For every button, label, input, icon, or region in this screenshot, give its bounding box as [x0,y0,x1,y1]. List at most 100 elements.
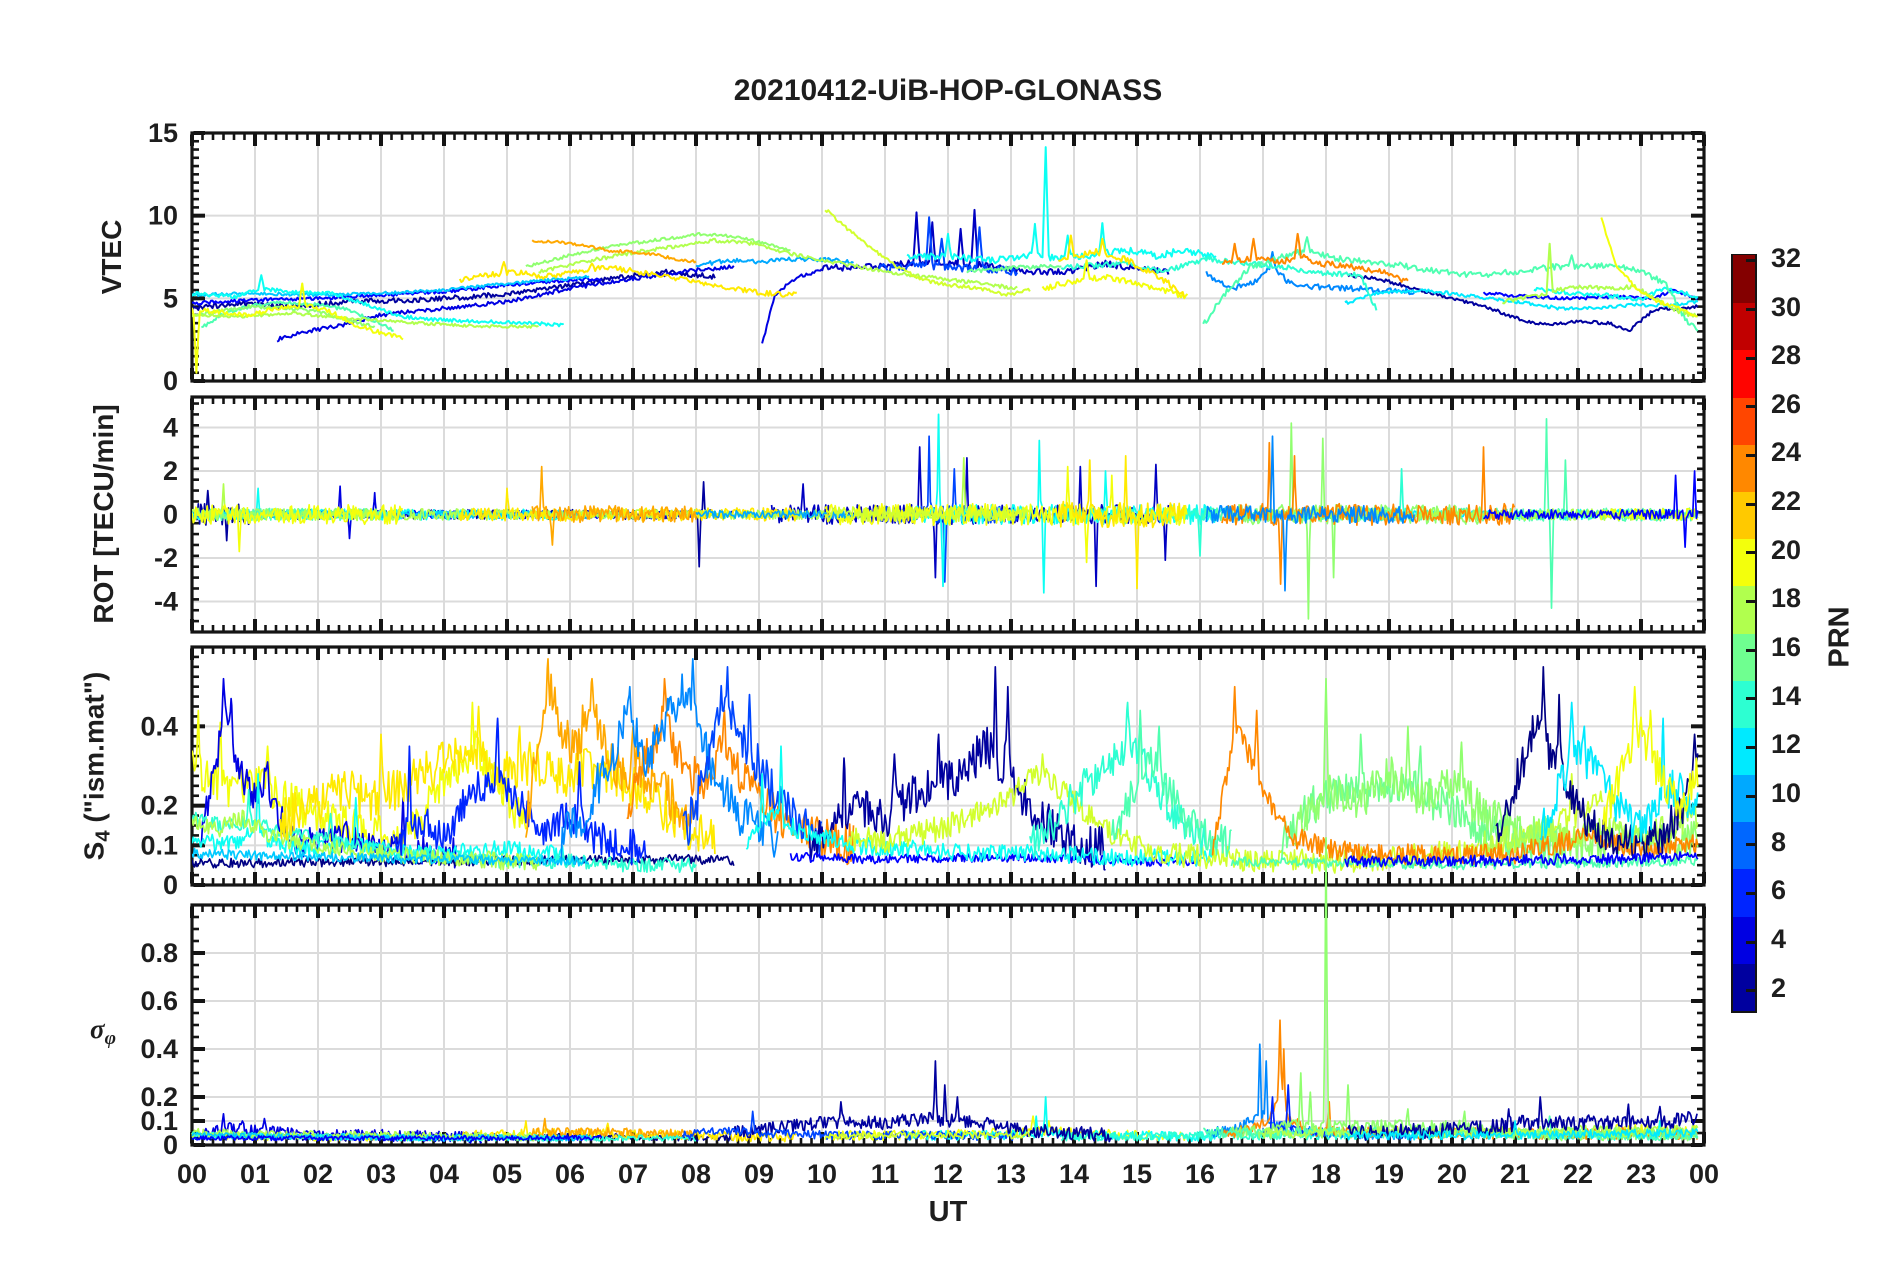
colorbar-tick [1746,356,1755,360]
y-tick-label: 2 [163,456,178,486]
y-tick-label: 10 [148,201,178,231]
series-line-prn-13 [906,146,1217,265]
ylabel-seg: ROT [TECU/min] [88,404,119,624]
series-line-prn-24 [1221,232,1409,283]
y-tick-label: 0.2 [140,1082,178,1112]
colorbar-tick-label: 6 [1771,875,1787,906]
x-tick-label: 01 [240,1159,270,1189]
x-tick-label: 13 [996,1159,1026,1189]
colorbar-tick-label: 18 [1771,583,1802,614]
colorbar-band [1733,679,1755,728]
ylabel-seg: S [78,841,110,861]
y-tick-label: 4 [163,412,178,442]
ylabel-seg: σ [90,1014,105,1045]
colorbar-band [1733,490,1755,540]
x-tick-label: 19 [1374,1159,1404,1189]
colorbar-tick-label: 22 [1771,486,1802,517]
y-tick-label: 0.4 [140,711,178,741]
panel-s4: 0 0.1 0.2 0.4 [140,645,1706,900]
x-tick-label: 04 [429,1159,459,1189]
y-tick-label: 0 [163,500,178,530]
colorbar-tick [1746,259,1755,263]
series-line-prn-4 [276,264,735,343]
panel-sigma_phi-grid [192,905,1704,1145]
colorbar-tick [1746,308,1755,312]
colorbar-tick [1746,405,1755,409]
series-line-prn-4 [761,268,823,344]
x-tick-label: 00 [177,1159,207,1189]
colorbar-bar [1731,254,1757,1013]
colorbar-tick-label: 30 [1771,291,1802,322]
ylabel-s4: S4 ("ism.mat") [78,672,115,861]
colorbar-band [1733,584,1755,634]
ylabel-vtec: VTEC [96,220,128,295]
colorbar-tick [1746,453,1755,457]
series-line-prn-11 [192,274,590,298]
y-tick-label: -2 [154,543,178,573]
x-tick-label: 15 [1122,1159,1152,1189]
colorbar-tick-label: 4 [1771,924,1787,955]
colorbar-tick [1746,502,1755,506]
y-tick-label: 5 [163,283,178,313]
x-tick-label: 12 [933,1159,963,1189]
y-tick-label: 0.8 [140,938,178,968]
panel-s4-series [192,658,1699,874]
x-tick-label: 09 [744,1159,774,1189]
y-tick-label: 0 [163,366,178,396]
colorbar-tick [1746,745,1755,749]
x-tick-label: 21 [1500,1159,1530,1189]
colorbar-band [1733,773,1755,823]
colorbar-tick-label: 26 [1771,388,1802,419]
x-tick-label: 14 [1059,1159,1089,1189]
x-axis-label: UT [928,1196,968,1228]
panel-rot: -4 -2 0 2 4 [154,395,1706,634]
x-tick-label: 03 [366,1159,396,1189]
colorbar-tick-label: 8 [1771,826,1787,857]
colorbar-band [1733,537,1755,587]
y-tick-label: 0.1 [140,830,178,860]
x-tick-label: 17 [1248,1159,1278,1189]
colorbar-band [1733,915,1755,964]
colorbar-tick [1746,989,1755,993]
colorbar-tick-label: 14 [1771,680,1802,711]
series-line-prn-17 [1230,836,1699,1142]
x-tick-label: 18 [1311,1159,1341,1189]
colorbar-tick-label: 2 [1771,972,1787,1003]
colorbar-band [1733,396,1755,445]
colorbar-tick-label: 28 [1771,340,1802,371]
x-tick-label: 00 [1689,1159,1719,1189]
series-line-prn-17 [525,231,791,268]
series-line-prn-15 [1202,236,1699,332]
colorbar-tick-label: 32 [1771,242,1802,273]
ylabel-sigma_phi: σφ [90,1014,116,1050]
x-tick-labels: 00 01 02 03 04 05 06 07 08 09 10 11 12 13 14 15 16 17 18 19… [177,1159,1719,1189]
colorbar-band [1733,962,1755,1011]
panel-vtec-series [192,146,1699,374]
colorbar-tick-label: 12 [1771,729,1802,760]
x-tick-label: 02 [303,1159,333,1189]
ylabel-seg: VTEC [96,219,127,295]
x-tick-label: 10 [807,1159,837,1189]
y-tick-label: -4 [154,587,178,617]
ylabel-rot: ROT [TECU/min] [88,404,120,623]
colorbar-tick [1746,794,1755,798]
x-tick-label: 05 [492,1159,522,1189]
colorbar-tick-label: 24 [1771,437,1802,468]
ylabel-seg: 4 [92,830,115,842]
colorbar-tick [1746,697,1755,701]
panel-vtec-grid [192,133,1704,381]
series-line-prn-2 [732,1060,1112,1143]
figure: 20210412-UiB-HOP-GLONASS 0 5 10 15 -4 -2 0 2 4 0 0… [0,0,1902,1272]
y-tick-label: 15 [148,118,178,148]
colorbar-tick [1746,599,1755,603]
colorbar-band [1733,632,1755,681]
ylabel-seg: φ [104,1027,116,1049]
x-tick-label: 08 [681,1159,711,1189]
colorbar-tick [1746,940,1755,944]
plot-area: 051015-4-202400.10.20.400.10.20.40.60.80… [140,118,1719,1189]
colorbar-tick-label: 20 [1771,534,1802,565]
x-tick-label: 16 [1185,1159,1215,1189]
series-line-prn-23 [525,658,697,838]
y-tick-label: 0.6 [140,986,178,1016]
panel-rot-series [192,413,1699,620]
